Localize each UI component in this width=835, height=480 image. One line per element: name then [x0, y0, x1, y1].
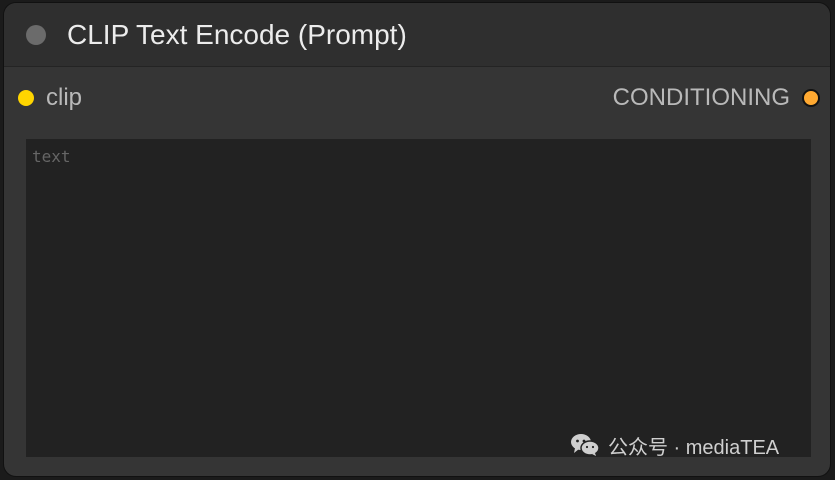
node-title-bar[interactable]: CLIP Text Encode (Prompt): [4, 3, 830, 67]
conditioning-output-label: CONDITIONING: [612, 84, 790, 111]
clip-input-slot-icon[interactable]: [18, 90, 34, 106]
slot-row: clip CONDITIONING: [4, 67, 830, 127]
wechat-icon: [570, 433, 600, 457]
text-prompt-input[interactable]: [26, 139, 811, 457]
clip-text-encode-node[interactable]: CLIP Text Encode (Prompt) clip CONDITION…: [4, 3, 830, 476]
watermark-text: 公众号 · mediaTEA: [608, 436, 780, 459]
node-title: CLIP Text Encode (Prompt): [67, 19, 407, 50]
watermark: 公众号 · mediaTEA: [570, 430, 779, 460]
clip-input-label: clip: [46, 84, 83, 111]
collapse-toggle-icon[interactable]: [26, 25, 46, 45]
conditioning-output-slot-icon[interactable]: [802, 89, 820, 107]
